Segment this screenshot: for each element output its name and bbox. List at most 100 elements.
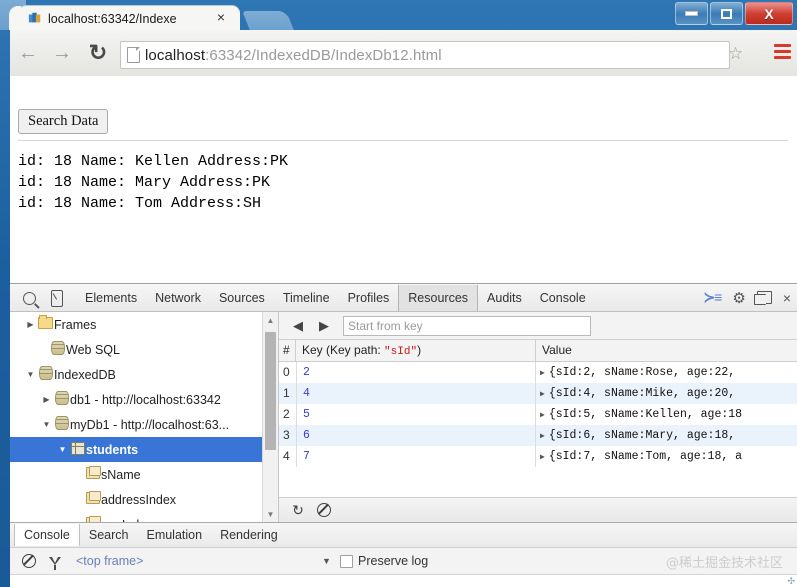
cell-value[interactable]: ▶ {sId:7, sName:Tom, age:18, a — [536, 450, 797, 463]
clear-object-store-button[interactable] — [311, 500, 337, 520]
devtools-search-button[interactable] — [18, 288, 40, 308]
devtools-body: ▶ Frames Web SQL ▼ IndexedDB ▶ db1 - htt… — [10, 312, 797, 522]
toggle-drawer-icon[interactable]: ≻≡ — [703, 289, 722, 306]
page-info-icon[interactable] — [121, 47, 145, 63]
key-header-suffix: ) — [417, 343, 422, 357]
tree-item-db1[interactable]: ▶ db1 - http://localhost:63342 — [10, 387, 278, 412]
frame-selector[interactable]: <top frame> — [76, 554, 143, 568]
index-icon — [84, 466, 101, 482]
twisty-icon[interactable]: ▼ — [40, 420, 53, 429]
tab-timeline[interactable]: Timeline — [274, 287, 339, 309]
clear-console-button[interactable] — [16, 551, 42, 571]
maximize-button[interactable] — [710, 2, 743, 25]
tree-scrollbar[interactable]: ▲ ▼ — [262, 312, 278, 522]
table-row[interactable]: 0 2 ▶ {sId:2, sName:Rose, age:22, — [279, 362, 797, 383]
gear-icon[interactable]: ⚙ — [732, 289, 745, 307]
tab-profiles[interactable]: Profiles — [339, 287, 399, 309]
disclosure-triangle-icon[interactable]: ▶ — [540, 452, 545, 462]
tree-item-indexeddb[interactable]: ▼ IndexedDB — [10, 362, 278, 387]
dock-side-button[interactable] — [753, 291, 772, 305]
preserve-log-checkbox[interactable] — [340, 554, 353, 568]
close-button[interactable]: X — [745, 2, 793, 25]
preserve-log-label: Preserve log — [358, 554, 429, 568]
database-icon — [37, 366, 54, 383]
tab-sources[interactable]: Sources — [210, 287, 274, 309]
table-row[interactable]: 2 5 ▶ {sId:5, sName:Kellen, age:18 — [279, 404, 797, 425]
drawer-tab-rendering[interactable]: Rendering — [211, 525, 287, 545]
forward-arrow-icon: → — [52, 42, 72, 64]
tree-item-students[interactable]: ▼ students — [10, 437, 278, 462]
cell-key: 5 — [296, 404, 536, 425]
filter-console-button[interactable] — [42, 551, 68, 571]
tree-item-label: myDb1 - http://localhost:63... — [70, 417, 230, 432]
close-devtools-icon[interactable]: × — [783, 291, 791, 305]
twisty-icon[interactable]: ▼ — [56, 445, 69, 454]
cell-value[interactable]: ▶ {sId:5, sName:Kellen, age:18 — [536, 408, 797, 421]
tree-item-frames[interactable]: ▶ Frames — [10, 312, 278, 337]
prev-page-button[interactable]: ◀ — [285, 316, 311, 336]
tab-elements[interactable]: Elements — [76, 287, 146, 309]
new-tab-button[interactable] — [242, 11, 294, 30]
cell-value[interactable]: ▶ {sId:6, sName:Mary, age:18, — [536, 429, 797, 442]
address-bar[interactable]: localhost:63342/IndexedDB/IndexDb12.html — [120, 41, 730, 69]
prev-arrow-icon: ◀ — [293, 317, 303, 333]
reload-button[interactable]: ↻ — [84, 39, 112, 67]
table-row[interactable]: 3 6 ▶ {sId:6, sName:Mary, age:18, — [279, 425, 797, 446]
tab-audits[interactable]: Audits — [478, 287, 531, 309]
tab-close-icon[interactable]: × — [214, 9, 228, 25]
database-icon — [53, 391, 70, 408]
column-header-value[interactable]: Value — [536, 340, 797, 361]
tab-resources[interactable]: Resources — [398, 284, 479, 311]
drawer-tab-search[interactable]: Search — [80, 525, 138, 545]
object-store-icon — [69, 441, 86, 458]
scrollbar-thumb[interactable] — [265, 332, 276, 450]
table-row[interactable]: 1 4 ▶ {sId:4, sName:Mike, age:20, — [279, 383, 797, 404]
cell-value[interactable]: ▶ {sId:2, sName:Rose, age:22, — [536, 366, 797, 379]
table-row[interactable]: 4 7 ▶ {sId:7, sName:Tom, age:18, a — [279, 446, 797, 467]
page-viewport: Search Data id: 18 Name: Kellen Address:… — [10, 76, 797, 283]
twisty-icon[interactable]: ▶ — [24, 320, 37, 329]
bookmark-star-icon[interactable]: ☆ — [728, 45, 743, 62]
tree-item-label: db1 - http://localhost:63342 — [70, 392, 221, 407]
disclosure-triangle-icon[interactable]: ▶ — [540, 431, 545, 441]
column-header-key[interactable]: Key (Key path: "sId") — [296, 340, 536, 361]
cell-value[interactable]: ▶ {sId:4, sName:Mike, age:20, — [536, 387, 797, 400]
chrome-menu-icon[interactable] — [774, 44, 791, 62]
column-header-index[interactable]: # — [279, 340, 296, 361]
forward-button[interactable]: → — [48, 39, 76, 67]
minimize-button[interactable] — [675, 2, 708, 25]
next-page-button[interactable]: ▶ — [311, 316, 337, 336]
console-output-area[interactable] — [10, 575, 797, 587]
tree-item-mydb1[interactable]: ▼ myDb1 - http://localhost:63... — [10, 412, 278, 437]
database-icon — [49, 341, 66, 358]
drawer-tab-console[interactable]: Console — [14, 524, 80, 546]
resize-grip-icon[interactable]: ✣ — [787, 576, 795, 587]
preserve-log-toggle[interactable]: Preserve log — [340, 554, 428, 568]
refresh-button[interactable]: ↻ — [285, 500, 311, 520]
tree-item-sname[interactable]: sName — [10, 462, 278, 487]
scroll-down-icon[interactable]: ▼ — [263, 506, 278, 522]
search-data-button[interactable]: Search Data — [18, 109, 109, 134]
tab-title: localhost:63342/Indexe — [48, 12, 177, 26]
chevron-down-icon[interactable]: ▼ — [322, 556, 331, 566]
back-button[interactable]: ← — [14, 39, 42, 67]
tree-item-ageindex[interactable]: ageIndex — [10, 512, 278, 522]
tree-item-addressindex[interactable]: addressIndex — [10, 487, 278, 512]
drawer-tab-emulation[interactable]: Emulation — [137, 525, 211, 545]
tab-network[interactable]: Network — [146, 287, 210, 309]
disclosure-triangle-icon[interactable]: ▶ — [540, 410, 545, 420]
twisty-icon[interactable]: ▼ — [24, 370, 37, 379]
start-from-key-input[interactable] — [343, 315, 591, 336]
cell-value-text: {sId:2, sName:Rose, age:22, — [548, 366, 736, 379]
drawer-tab-bar: Console Search Emulation Rendering — [10, 523, 797, 548]
scroll-up-icon[interactable]: ▲ — [263, 312, 278, 328]
tree-item-web-sql[interactable]: Web SQL — [10, 337, 278, 362]
cell-value-text: {sId:4, sName:Mike, age:20, — [548, 387, 736, 400]
browser-toolbar: ← → ↻ localhost:63342/IndexedDB/IndexDb1… — [10, 30, 797, 77]
disclosure-triangle-icon[interactable]: ▶ — [540, 389, 545, 399]
browser-tab[interactable]: localhost:63342/Indexe × — [9, 6, 240, 30]
twisty-icon[interactable]: ▶ — [40, 395, 53, 404]
device-mode-button[interactable] — [46, 288, 68, 308]
disclosure-triangle-icon[interactable]: ▶ — [540, 368, 545, 378]
tab-console[interactable]: Console — [531, 287, 595, 309]
